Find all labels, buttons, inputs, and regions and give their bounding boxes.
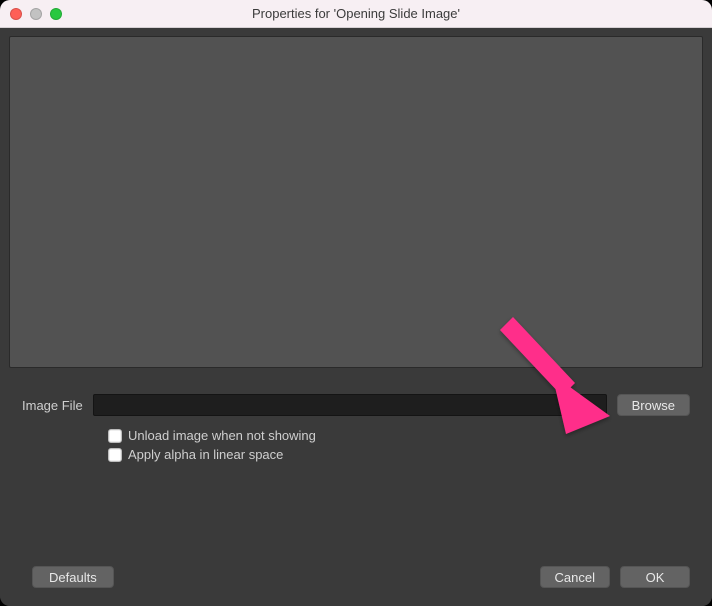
properties-dialog: Properties for 'Opening Slide Image' Ima… (0, 0, 712, 606)
alpha-option-row: Apply alpha in linear space (108, 447, 704, 462)
minimize-icon[interactable] (30, 8, 42, 20)
image-file-label: Image File (22, 398, 83, 413)
bottom-bar: Defaults Cancel OK (8, 566, 704, 596)
browse-button[interactable]: Browse (617, 394, 690, 416)
dialog-body: Image File Browse Unload image when not … (0, 28, 712, 606)
image-preview (9, 36, 703, 368)
options-area: Unload image when not showing Apply alph… (8, 428, 704, 466)
image-file-input[interactable] (93, 394, 607, 416)
cancel-button[interactable]: Cancel (540, 566, 610, 588)
titlebar: Properties for 'Opening Slide Image' (0, 0, 712, 28)
alpha-checkbox[interactable] (108, 448, 122, 462)
window-title: Properties for 'Opening Slide Image' (0, 6, 712, 21)
unload-label: Unload image when not showing (128, 428, 316, 443)
defaults-button[interactable]: Defaults (32, 566, 114, 588)
close-icon[interactable] (10, 8, 22, 20)
zoom-icon[interactable] (50, 8, 62, 20)
image-file-row: Image File Browse (8, 394, 704, 416)
unload-checkbox[interactable] (108, 429, 122, 443)
alpha-label: Apply alpha in linear space (128, 447, 283, 462)
unload-option-row: Unload image when not showing (108, 428, 704, 443)
ok-button[interactable]: OK (620, 566, 690, 588)
window-controls (10, 8, 62, 20)
